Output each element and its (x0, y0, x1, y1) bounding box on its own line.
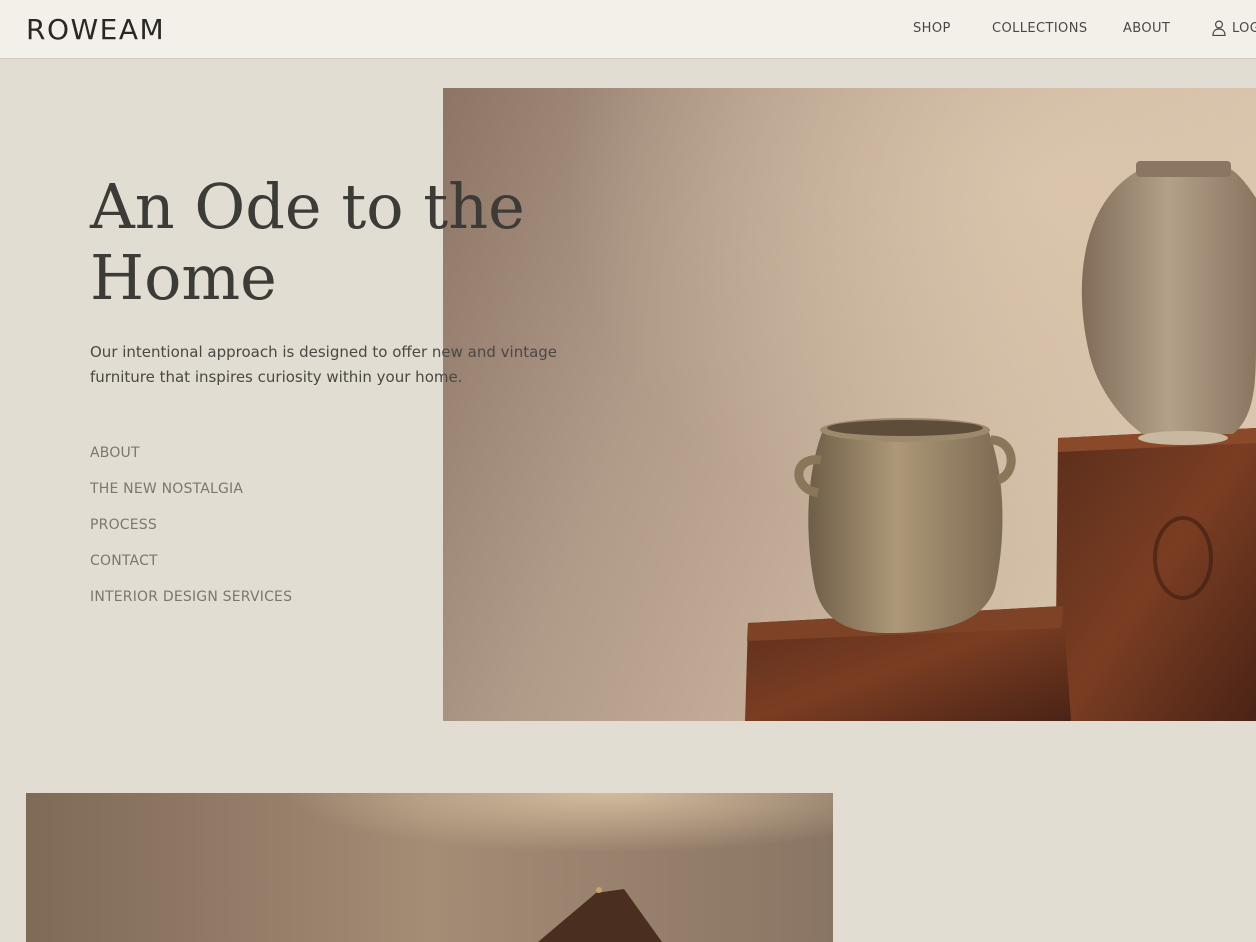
side-nav-about[interactable]: ABOUT (90, 445, 292, 481)
side-nav-new-nostalgia[interactable]: THE NEW NOSTALGIA (90, 481, 292, 517)
site-header: ROWEAM SHOP COLLECTIONS ABOUT LOG (0, 0, 1256, 59)
side-nav-contact[interactable]: CONTACT (90, 553, 292, 589)
page-title: An Ode to the Home (90, 171, 610, 313)
side-nav-interior-design-services[interactable]: INTERIOR DESIGN SERVICES (90, 589, 292, 625)
side-nav: ABOUT THE NEW NOSTALGIA PROCESS CONTACT … (90, 445, 292, 625)
nav-login[interactable]: LOG (1212, 20, 1256, 37)
lamp-image (26, 793, 833, 942)
nav-about[interactable]: ABOUT (1123, 21, 1170, 36)
intro-text: Our intentional approach is designed to … (90, 343, 558, 386)
page-title-line2: Home (90, 241, 277, 314)
nav-shop[interactable]: SHOP (913, 21, 951, 36)
page-title-line1: An Ode to the (90, 170, 525, 243)
user-icon (1212, 20, 1226, 37)
nav-login-label: LOG (1232, 20, 1256, 36)
side-nav-process[interactable]: PROCESS (90, 517, 292, 553)
brand-logo[interactable]: ROWEAM (26, 13, 165, 46)
nav-collections[interactable]: COLLECTIONS (992, 21, 1087, 36)
